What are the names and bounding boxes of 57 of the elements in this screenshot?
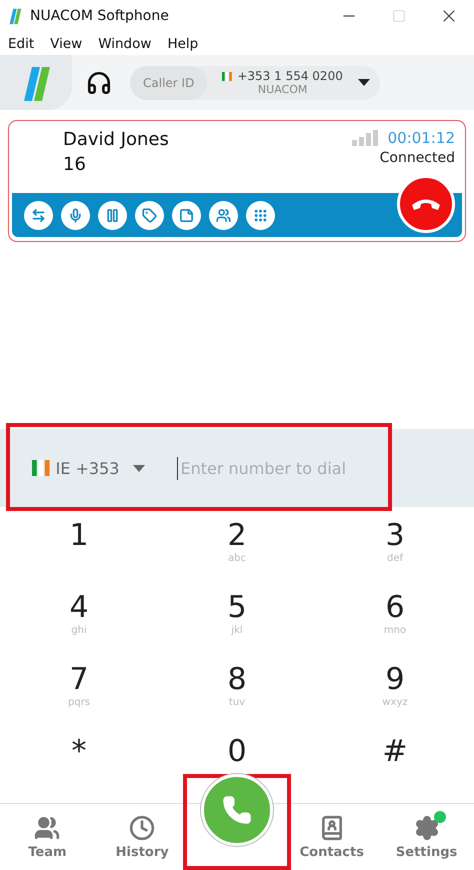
clock-icon: [129, 814, 156, 840]
dial-key[interactable]: 3 def: [371, 515, 419, 568]
menu-item[interactable]: Window: [98, 36, 152, 52]
tag-icon: [142, 208, 157, 222]
ireland-flag-icon: [222, 72, 232, 80]
microphone-icon: [68, 208, 83, 222]
keypad-button[interactable]: [246, 200, 275, 230]
headset-icon[interactable]: [86, 70, 112, 96]
dial-key[interactable]: #: [368, 731, 422, 773]
team-icon: [34, 814, 60, 840]
nav-tab[interactable]: Contacts: [284, 804, 380, 870]
dial-key[interactable]: 5 jkl: [213, 587, 261, 640]
note-icon: [179, 208, 194, 222]
number-input[interactable]: Enter number to dial: [177, 456, 380, 480]
hang-up-phone-icon: [412, 198, 440, 210]
nav-tab[interactable]: Team: [0, 804, 95, 870]
group-icon: [216, 208, 231, 222]
menu-item[interactable]: Help: [167, 36, 198, 52]
nav-tab[interactable]: History: [94, 804, 190, 870]
dial-key[interactable]: 7 pqrs: [54, 659, 104, 712]
maximize-icon[interactable]: [392, 9, 406, 23]
call-timer: 00:01:12: [388, 129, 455, 147]
transfer-icon: [31, 208, 46, 222]
dial-key[interactable]: 9 wxyz: [368, 659, 422, 712]
dial-key[interactable]: 6 mno: [370, 587, 420, 640]
dial-key[interactable]: *: [58, 731, 100, 773]
keypad-icon: [253, 208, 268, 222]
settings-icon: [414, 814, 440, 840]
caller-id-label: Caller ID: [130, 66, 208, 100]
dial-key[interactable]: 0: [213, 731, 261, 773]
dial-key[interactable]: 8 tuv: [213, 659, 261, 712]
ireland-flag-icon: [32, 460, 50, 476]
note-button[interactable]: [172, 200, 201, 230]
caller-name: NUACOM: [258, 83, 308, 96]
pause-button[interactable]: [98, 200, 127, 230]
window-title: NUACOM Softphone: [30, 8, 170, 24]
dropdown-caret-icon: [133, 464, 146, 472]
phone-icon: [222, 795, 252, 825]
caller-number: +353 1 554 0200: [237, 69, 343, 83]
extension-number: 16: [63, 154, 87, 175]
caller-id-selector[interactable]: Caller ID +353 1 554 0200 NUACOM: [130, 66, 380, 100]
call-status: Connected: [380, 150, 455, 166]
dial-key[interactable]: 4 ghi: [55, 587, 103, 640]
microphone-button[interactable]: [61, 200, 90, 230]
group-button[interactable]: [209, 200, 238, 230]
signal-icon: [352, 130, 378, 146]
menu-item[interactable]: Edit: [8, 36, 34, 52]
nav-tab[interactable]: Settings: [379, 804, 474, 870]
contact-name: David Jones: [63, 129, 169, 150]
menu-item[interactable]: View: [50, 36, 82, 52]
transfer-button[interactable]: [24, 200, 53, 230]
dropdown-caret-icon: [358, 79, 370, 86]
country-selector[interactable]: IE +353: [26, 458, 152, 478]
dial-key[interactable]: 2 abc: [213, 515, 261, 568]
tag-button[interactable]: [135, 200, 164, 230]
dial-key[interactable]: 1: [55, 515, 103, 557]
pause-icon: [105, 208, 120, 222]
